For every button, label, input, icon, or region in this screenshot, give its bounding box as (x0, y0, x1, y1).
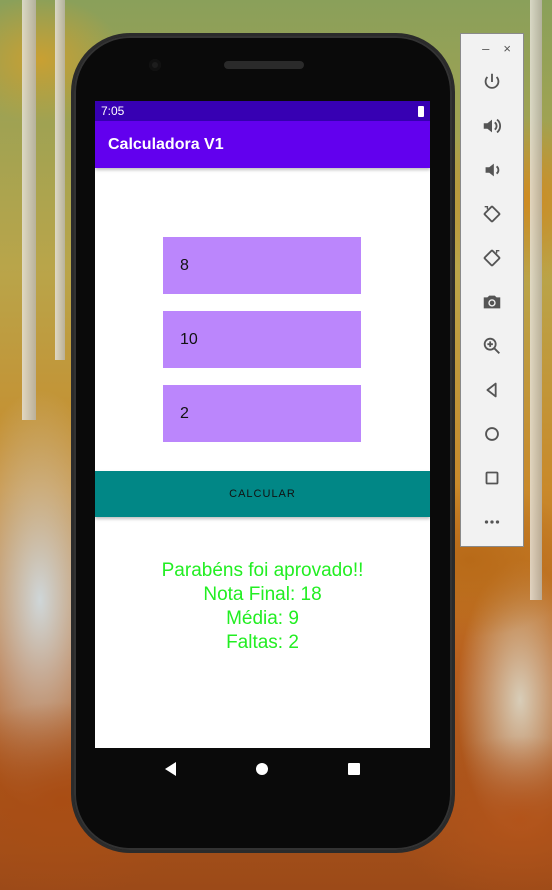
app-title: Calculadora V1 (108, 135, 224, 153)
zoom-icon (483, 337, 500, 354)
battery-icon (418, 105, 424, 117)
zoom-button[interactable] (461, 331, 523, 361)
toolbar-window-controls: – × (461, 34, 523, 62)
status-time: 7:05 (101, 104, 125, 118)
volume-down-icon (485, 163, 500, 177)
power-button[interactable] (461, 67, 523, 97)
calculate-button[interactable]: CALCULAR (95, 471, 430, 517)
app-bar: Calculadora V1 (95, 121, 430, 168)
grade1-input[interactable]: 8 (163, 237, 361, 294)
more-icon (484, 520, 500, 524)
background-tree-trunk (55, 0, 65, 360)
rotate-right-button[interactable] (461, 243, 523, 273)
more-button[interactable] (461, 507, 523, 537)
emulator-toolbar: – × (460, 33, 524, 547)
overview-button[interactable] (461, 463, 523, 493)
background-tree-trunk (22, 0, 36, 420)
rotate-left-icon (483, 205, 501, 223)
front-camera (149, 59, 161, 71)
screenshot-button[interactable] (461, 287, 523, 317)
home-icon (485, 427, 499, 441)
result-status: Parabéns foi aprovado!! (161, 560, 364, 581)
rotate-left-button[interactable] (461, 199, 523, 229)
nav-back-button[interactable] (165, 762, 176, 776)
earpiece-speaker (224, 61, 304, 69)
volume-down-button[interactable] (461, 155, 523, 185)
home-button[interactable] (461, 419, 523, 449)
volume-up-button[interactable] (461, 111, 523, 141)
camera-icon (483, 295, 501, 309)
back-button[interactable] (461, 375, 523, 405)
result-final-grade: Nota Final: 18 (203, 584, 322, 605)
rotate-right-icon (483, 249, 501, 267)
nav-home-button[interactable] (256, 763, 268, 775)
back-icon (486, 382, 497, 398)
absences-value: 2 (180, 404, 189, 422)
volume-up-icon (483, 118, 501, 134)
power-icon (484, 73, 500, 89)
overview-icon (485, 471, 499, 485)
result-absences: Faltas: 2 (226, 632, 299, 653)
app-screen: 7:05 Calculadora V1 8 10 2 CALCULAR Para… (95, 101, 430, 748)
result-average: Média: 9 (226, 608, 299, 629)
background-tree-trunk (530, 0, 542, 600)
minimize-button[interactable]: – (482, 41, 489, 56)
result-text: Parabéns foi aprovado!! Nota Final: 18 M… (95, 559, 430, 655)
grade2-value: 10 (180, 330, 198, 348)
status-bar: 7:05 (95, 101, 430, 121)
close-button[interactable]: × (503, 41, 511, 56)
grade1-value: 8 (180, 256, 189, 274)
absences-input[interactable]: 2 (163, 385, 361, 442)
android-nav-bar (95, 748, 430, 790)
nav-recents-button[interactable] (348, 763, 360, 775)
calculate-button-label: CALCULAR (229, 488, 296, 500)
grade2-input[interactable]: 10 (163, 311, 361, 368)
